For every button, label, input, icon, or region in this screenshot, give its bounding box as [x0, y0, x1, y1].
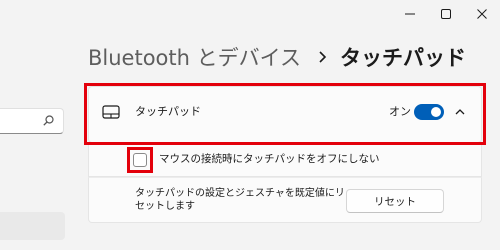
nav-item-selected[interactable]	[0, 212, 65, 240]
chevron-right-icon	[319, 51, 327, 63]
close-button[interactable]	[464, 0, 500, 28]
search-icon	[43, 115, 54, 126]
reset-button[interactable]: リセット	[346, 189, 444, 213]
breadcrumb-parent-link[interactable]: Bluetooth とデバイス	[88, 42, 301, 72]
reset-description: タッチパッドの設定とジェスチャを既定値にリセットします	[135, 188, 345, 212]
highlight-frame-touchpad	[84, 83, 486, 145]
breadcrumb: Bluetooth とデバイス タッチパッド	[88, 40, 466, 74]
settings-search-input[interactable]	[0, 108, 64, 134]
minimize-icon	[405, 13, 415, 15]
close-icon	[477, 9, 487, 19]
minimize-button[interactable]	[392, 0, 428, 28]
window-caption-buttons	[392, 0, 500, 28]
mouse-keep-on-label: マウスの接続時にタッチパッドをオフにしない	[159, 153, 380, 165]
page-title: タッチパッド	[340, 46, 466, 70]
maximize-icon	[441, 9, 451, 19]
highlight-frame-checkbox	[127, 147, 153, 173]
maximize-button[interactable]	[428, 0, 464, 28]
